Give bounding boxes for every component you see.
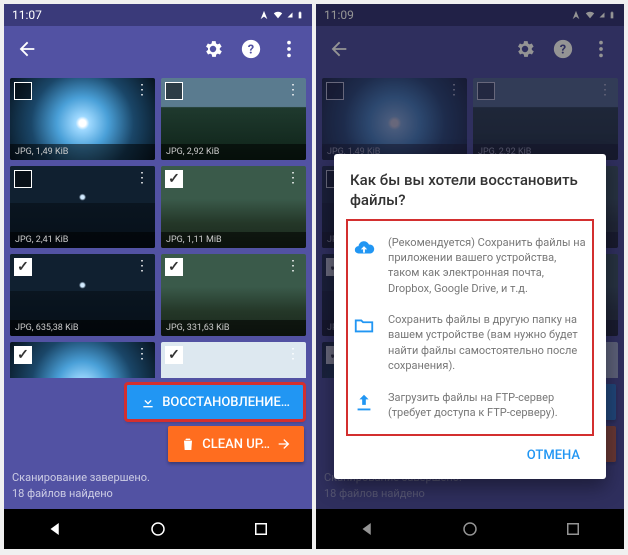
checkbox[interactable]: ✓ [165, 258, 183, 276]
image-thumb[interactable]: ✓ ⋮ JPG, 926,85 KiB [161, 342, 306, 378]
option-text: (Рекомендуется) Сохранить файлы на прило… [388, 235, 588, 297]
wifi-icon [272, 10, 284, 20]
upload-icon [352, 390, 376, 414]
thumb-overflow[interactable]: ⋮ [282, 168, 304, 188]
thumb-overflow[interactable]: ⋮ [282, 80, 304, 100]
app-bar: ? [4, 26, 312, 72]
image-thumb[interactable]: ✓ ⋮ JPG, 635,38 KiB [10, 254, 155, 336]
settings-button[interactable] [194, 30, 232, 68]
bottom-panel: ВОССТАНОВЛЕНИЕ… CLEAN UP… Сканирование з… [4, 378, 312, 509]
svg-text:?: ? [248, 43, 254, 58]
back-button[interactable] [8, 30, 46, 68]
thumb-caption: JPG, 2,92 KiB [161, 144, 306, 160]
option-text: Сохранить файлы в другую папку на вашем … [388, 312, 588, 374]
thumb-overflow[interactable]: ⋮ [282, 256, 304, 276]
thumb-caption: JPG, 331,63 KiB [161, 320, 306, 336]
thumb-caption: JPG, 635,38 KiB [10, 320, 155, 336]
status-time: 11:07 [12, 8, 42, 22]
checkbox[interactable]: ✓ [165, 170, 183, 188]
cloud-upload-icon [352, 235, 376, 259]
overflow-button[interactable] [270, 30, 308, 68]
image-thumb[interactable]: ✓ ⋮ JPG, 331,63 KiB [161, 254, 306, 336]
dialog-option[interactable]: (Рекомендуется) Сохранить файлы на прило… [350, 227, 590, 305]
folder-icon [352, 312, 376, 336]
restore-button[interactable]: ВОССТАНОВЛЕНИЕ… [126, 384, 304, 420]
image-thumb[interactable]: ⋮ JPG, 1,49 KiB [10, 78, 155, 160]
option-text: Загрузить файлы на FTP-сервер (требует д… [388, 390, 588, 421]
files-found-text: 18 файлов найдено [12, 486, 304, 501]
thumb-overflow[interactable]: ⋮ [131, 344, 153, 364]
dialog-overlay[interactable]: Как бы вы хотели восстановить файлы? (Ре… [316, 4, 624, 549]
image-thumb[interactable]: ⋮ JPG, 2,92 KiB [161, 78, 306, 160]
nav-home[interactable] [149, 520, 167, 538]
thumb-overflow[interactable]: ⋮ [131, 168, 153, 188]
thumb-caption: JPG, 1,11 MiB [161, 232, 306, 248]
cleanup-label: CLEAN UP… [202, 437, 270, 452]
nav-back[interactable] [46, 520, 64, 538]
dialog-cancel-button[interactable]: ОТМЕНА [517, 440, 590, 471]
location-icon [259, 10, 269, 20]
thumb-caption: JPG, 2,41 KiB [10, 232, 155, 248]
checkbox[interactable]: ✓ [14, 346, 32, 364]
dialog-title: Как бы вы хотели восстановить файлы? [350, 170, 590, 211]
image-thumb[interactable]: ✓ ⋮ JPG, 418,05 KiB [10, 342, 155, 378]
nav-recent[interactable] [252, 520, 270, 538]
thumb-overflow[interactable]: ⋮ [282, 344, 304, 364]
thumb-overflow[interactable]: ⋮ [131, 80, 153, 100]
thumb-caption: JPG, 1,49 KiB [10, 144, 155, 160]
checkbox[interactable] [14, 82, 32, 100]
scan-status: Сканирование завершено. 18 файлов найден… [12, 470, 304, 501]
download-icon [140, 394, 156, 410]
arrow-right-icon [276, 436, 292, 452]
dialog-option[interactable]: Сохранить файлы в другую папку на вашем … [350, 304, 590, 382]
image-thumb[interactable]: ⋮ JPG, 2,41 KiB [10, 166, 155, 248]
checkbox[interactable]: ✓ [14, 258, 32, 276]
phone-left: 11:07 ? ⋮ JPG, 1,49 KiB ⋮ JPG, 2,92 KiB … [4, 4, 312, 549]
dialog-option[interactable]: Загрузить файлы на FTP-сервер (требует д… [350, 382, 590, 429]
thumb-overflow[interactable]: ⋮ [131, 256, 153, 276]
restore-label: ВОССТАНОВЛЕНИЕ… [162, 395, 290, 410]
nav-bar [4, 509, 312, 549]
scan-done-text: Сканирование завершено. [12, 470, 304, 485]
cleanup-button[interactable]: CLEAN UP… [168, 426, 304, 462]
image-grid-left: ⋮ JPG, 1,49 KiB ⋮ JPG, 2,92 KiB ⋮ JPG, 2… [4, 72, 312, 378]
status-bar: 11:07 [4, 4, 312, 26]
restore-dialog: Как бы вы хотели восстановить файлы? (Ре… [334, 154, 606, 479]
status-icons [259, 9, 304, 21]
dialog-options: (Рекомендуется) Сохранить файлы на прило… [350, 223, 590, 433]
checkbox[interactable] [165, 82, 183, 100]
trash-icon [180, 436, 196, 452]
help-button[interactable]: ? [232, 30, 270, 68]
image-thumb[interactable]: ✓ ⋮ JPG, 1,11 MiB [161, 166, 306, 248]
dialog-actions: ОТМЕНА [350, 440, 590, 471]
phone-right: 11:09 ? ⋮ JPG, 1,49 KiB ⋮ JPG, 2,92 KiB … [316, 4, 624, 549]
checkbox[interactable] [14, 170, 32, 188]
checkbox[interactable]: ✓ [165, 346, 183, 364]
signal-icon [287, 10, 293, 20]
battery-icon [296, 9, 304, 21]
